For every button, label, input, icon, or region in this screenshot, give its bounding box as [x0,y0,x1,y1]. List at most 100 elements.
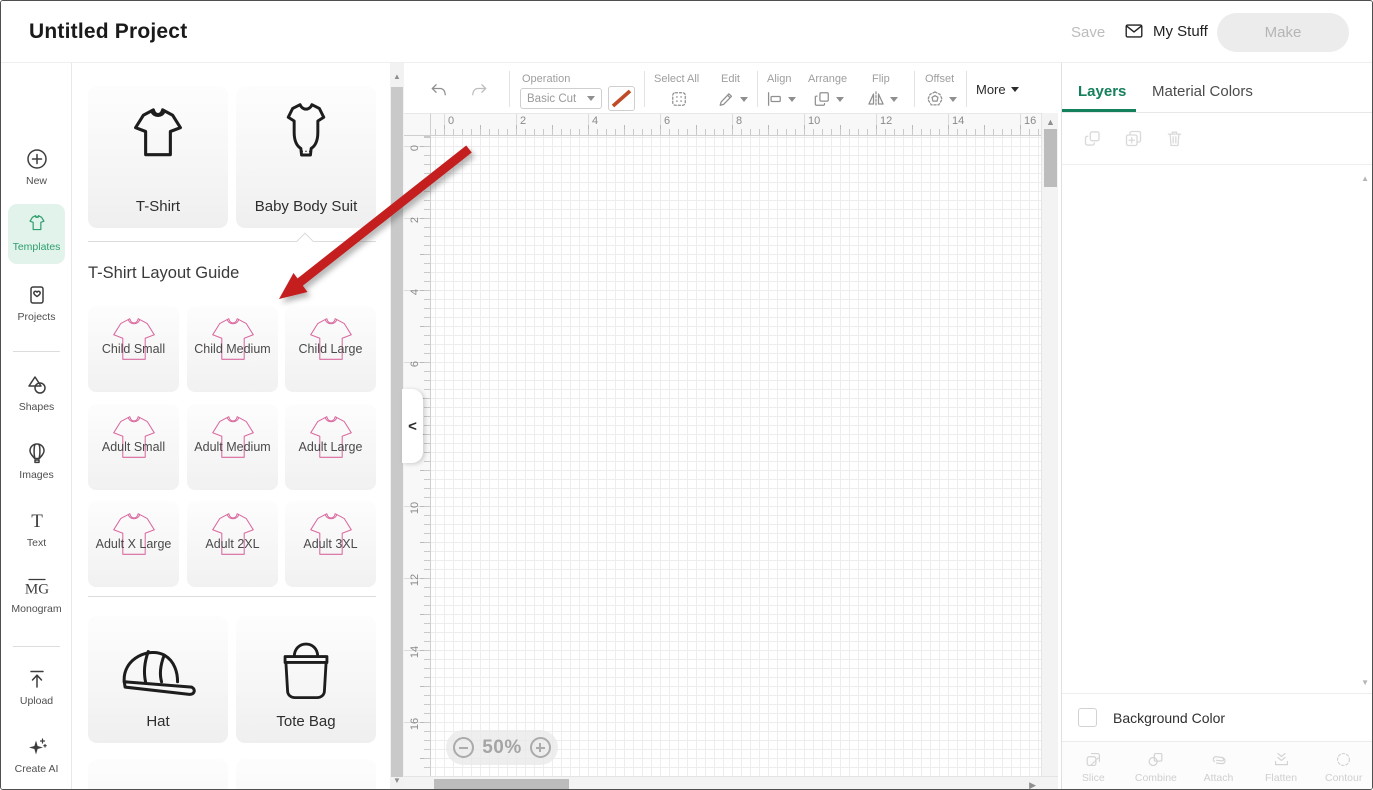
sidebar-item-shapes[interactable]: Shapes [1,373,72,413]
contour-button[interactable]: Contour [1312,742,1373,790]
chevron-down-icon[interactable] [836,97,844,102]
size-card-adult-3xl[interactable]: Adult 3XL [285,501,376,587]
template-card-hat[interactable]: Hat [88,616,228,743]
group-icon[interactable] [1082,128,1103,149]
toolbar-divider [757,71,758,107]
template-card-label: T-Shirt [88,198,228,215]
template-card-tshirt[interactable]: T-Shirt [88,86,228,228]
flip-label: Flip [872,73,890,85]
operation-select[interactable]: Basic Cut [520,88,602,109]
background-color-swatch[interactable] [1078,708,1097,727]
chevron-down-icon [1011,87,1019,92]
scroll-down-arrow[interactable]: ▼ [1361,679,1369,687]
sidebar-item-create-ai[interactable]: Create AI [1,735,72,775]
scrollbar-thumb[interactable] [434,779,569,790]
size-card-adult-medium[interactable]: Adult Medium [187,404,278,490]
ruler-tick: 0 [448,115,454,127]
size-card-child-medium[interactable]: Child Medium [187,306,278,392]
top-bar: Untitled Project Save My Stuff Make [1,1,1372,63]
scrollbar-thumb[interactable] [1044,129,1057,187]
zoom-in-button[interactable] [530,737,551,758]
operation-color-swatch[interactable] [608,86,635,111]
chevron-down-icon[interactable] [788,97,796,102]
sidebar-item-label: Images [19,469,53,481]
duplicate-icon[interactable] [1123,128,1144,149]
chevron-down-icon[interactable] [949,97,957,102]
balloon-icon [25,441,49,465]
size-card-adult-2xl[interactable]: Adult 2XL [187,501,278,587]
scroll-right-arrow[interactable]: ▶ [1029,781,1036,789]
save-button[interactable]: Save [1071,24,1105,41]
template-card-partial-right[interactable] [236,759,376,790]
sidebar-item-projects[interactable]: Projects [1,283,72,323]
sidebar-item-upload[interactable]: Upload [1,667,72,707]
scroll-down-arrow[interactable]: ▼ [393,777,401,785]
combine-label: Combine [1135,772,1177,784]
sidebar-item-images[interactable]: Images [1,441,72,481]
chevron-down-icon[interactable] [890,97,898,102]
select-all-label: Select All [654,73,699,85]
size-card-child-small[interactable]: Child Small [88,306,179,392]
select-all-button[interactable] [669,89,689,109]
tab-layers[interactable]: Layers [1078,83,1126,100]
slice-button[interactable]: Slice [1062,742,1125,790]
size-label: Adult 2XL [181,537,284,551]
size-card-adult-small[interactable]: Adult Small [88,404,179,490]
ruler-tick: 12 [880,115,892,127]
canvas-vertical-scrollbar[interactable]: ▲ [1041,113,1058,776]
more-button[interactable]: More [976,82,1019,97]
zoom-out-button[interactable] [453,737,474,758]
make-button[interactable]: Make [1217,13,1349,52]
sidebar-item-label: Templates [13,241,61,253]
toolbar-divider [966,71,967,107]
chevron-left-icon: ˂ [408,418,417,435]
offset-button[interactable] [925,89,945,109]
sidebar-item-templates[interactable]: Templates [1,213,72,253]
ruler-tick: 12 [408,571,422,589]
design-canvas[interactable] [431,136,1041,776]
sidebar-item-label: New [26,175,47,187]
section-title: T-Shirt Layout Guide [88,264,239,283]
template-card-partial-left[interactable] [88,759,228,790]
my-stuff-button[interactable]: My Stuff [1123,20,1208,42]
size-card-child-large[interactable]: Child Large [285,306,376,392]
ruler-tick: 16 [1024,115,1036,127]
arrange-button[interactable] [812,89,832,109]
attach-label: Attach [1204,772,1234,784]
sidebar-item-new[interactable]: New [1,147,72,187]
shapes-icon [25,373,49,397]
template-card-tote-bag[interactable]: Tote Bag [236,616,376,743]
flip-button[interactable] [866,89,886,109]
canvas-horizontal-scrollbar[interactable]: ▶ [404,776,1058,790]
align-button[interactable] [764,89,784,109]
ruler-tick: 2 [520,115,526,127]
layers-panel: Layers Material Colors ▲ ▼ Background Co… [1061,63,1373,790]
size-card-adult-large[interactable]: Adult Large [285,404,376,490]
combine-button[interactable]: Combine [1125,742,1188,790]
tab-material-colors[interactable]: Material Colors [1152,83,1253,100]
redo-button[interactable] [469,81,489,101]
undo-button[interactable] [429,81,449,101]
sidebar-item-monogram[interactable]: Monogram [1,575,72,615]
chevron-down-icon[interactable] [740,97,748,102]
redo-icon [469,81,489,101]
sidebar-item-text[interactable]: Text [1,509,72,549]
scroll-up-arrow[interactable]: ▲ [1046,118,1055,126]
project-title[interactable]: Untitled Project [29,20,187,44]
ruler-corner [404,113,431,136]
template-card-baby-body-suit[interactable]: Baby Body Suit [236,86,376,228]
sidebar-item-label: Monogram [11,603,61,615]
scroll-up-arrow[interactable]: ▲ [393,73,401,81]
flatten-button[interactable]: Flatten [1250,742,1313,790]
scroll-up-arrow[interactable]: ▲ [1361,175,1369,183]
pencil-icon [716,89,736,109]
trash-icon[interactable] [1164,128,1185,149]
panel-collapse-handle[interactable]: ˂ [402,389,423,463]
size-card-adult-x-large[interactable]: Adult X Large [88,501,179,587]
contour-icon [1334,750,1353,769]
edit-button[interactable] [716,89,736,109]
size-label: Child Large [279,342,382,356]
envelope-icon [1123,20,1145,42]
operation-value: Basic Cut [527,93,576,105]
attach-button[interactable]: Attach [1187,742,1250,790]
